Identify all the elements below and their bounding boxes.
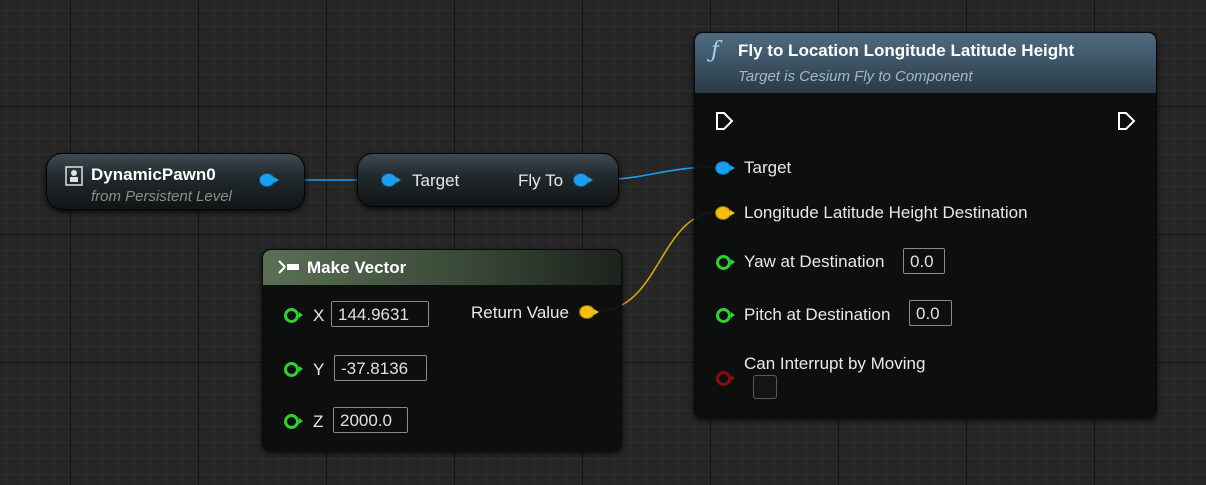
node-subtitle: Target is Cesium Fly to Component bbox=[738, 68, 973, 85]
flyto-getter-node[interactable]: Target Fly To bbox=[357, 153, 619, 207]
y-value-field[interactable]: -37.8136 bbox=[334, 355, 427, 381]
x-label: X bbox=[313, 306, 325, 325]
exec-output-pin[interactable] bbox=[1116, 111, 1136, 131]
y-input-pin[interactable] bbox=[284, 362, 303, 377]
destination-input-pin[interactable] bbox=[716, 207, 735, 219]
node-subtitle: from Persistent Level bbox=[91, 188, 232, 205]
yaw-value-field[interactable]: 0.0 bbox=[903, 248, 945, 274]
flyto-output-label: Fly To bbox=[518, 171, 564, 190]
pawn-reference-node[interactable]: DynamicPawn0 from Persistent Level bbox=[46, 153, 305, 210]
pitch-label: Pitch at Destination bbox=[744, 305, 891, 324]
pawn-output-pin[interactable] bbox=[260, 174, 279, 186]
z-value-field[interactable]: 2000.0 bbox=[333, 407, 408, 433]
node-title: DynamicPawn0 bbox=[91, 165, 216, 184]
fly-to-location-node[interactable]: ƒ Fly to Location Longitude Latitude Hei… bbox=[694, 32, 1157, 418]
function-icon: ƒ bbox=[711, 38, 720, 63]
return-value-label: Return Value bbox=[471, 303, 569, 322]
make-struct-icon bbox=[278, 260, 299, 274]
x-input-pin[interactable] bbox=[284, 308, 303, 323]
flyto-output-pin[interactable] bbox=[574, 174, 593, 186]
x-value-field[interactable]: 144.9631 bbox=[331, 301, 429, 327]
destination-label: Longitude Latitude Height Destination bbox=[744, 203, 1028, 222]
yaw-input-pin[interactable] bbox=[716, 255, 735, 270]
z-input-pin[interactable] bbox=[284, 414, 303, 429]
target-input-label: Target bbox=[412, 171, 460, 190]
interrupt-input-pin[interactable] bbox=[716, 371, 735, 386]
y-label: Y bbox=[313, 360, 325, 379]
target-input-pin[interactable] bbox=[716, 162, 735, 174]
exec-input-pin[interactable] bbox=[714, 111, 734, 131]
yaw-label: Yaw at Destination bbox=[744, 252, 885, 271]
interrupt-label: Can Interrupt by Moving bbox=[744, 354, 926, 373]
actor-reference-icon bbox=[65, 166, 83, 186]
target-label: Target bbox=[744, 158, 792, 177]
pitch-input-pin[interactable] bbox=[716, 308, 735, 323]
node-title: Fly to Location Longitude Latitude Heigh… bbox=[738, 41, 1075, 60]
target-input-pin[interactable] bbox=[382, 174, 401, 186]
pitch-value-field[interactable]: 0.0 bbox=[909, 300, 952, 326]
interrupt-checkbox[interactable] bbox=[753, 375, 777, 399]
node-title: Make Vector bbox=[307, 258, 407, 277]
return-value-pin[interactable] bbox=[580, 306, 599, 318]
z-label: Z bbox=[313, 412, 324, 431]
make-vector-node[interactable]: Make Vector X 144.9631 Y -37.8136 Z 2000… bbox=[262, 249, 622, 451]
